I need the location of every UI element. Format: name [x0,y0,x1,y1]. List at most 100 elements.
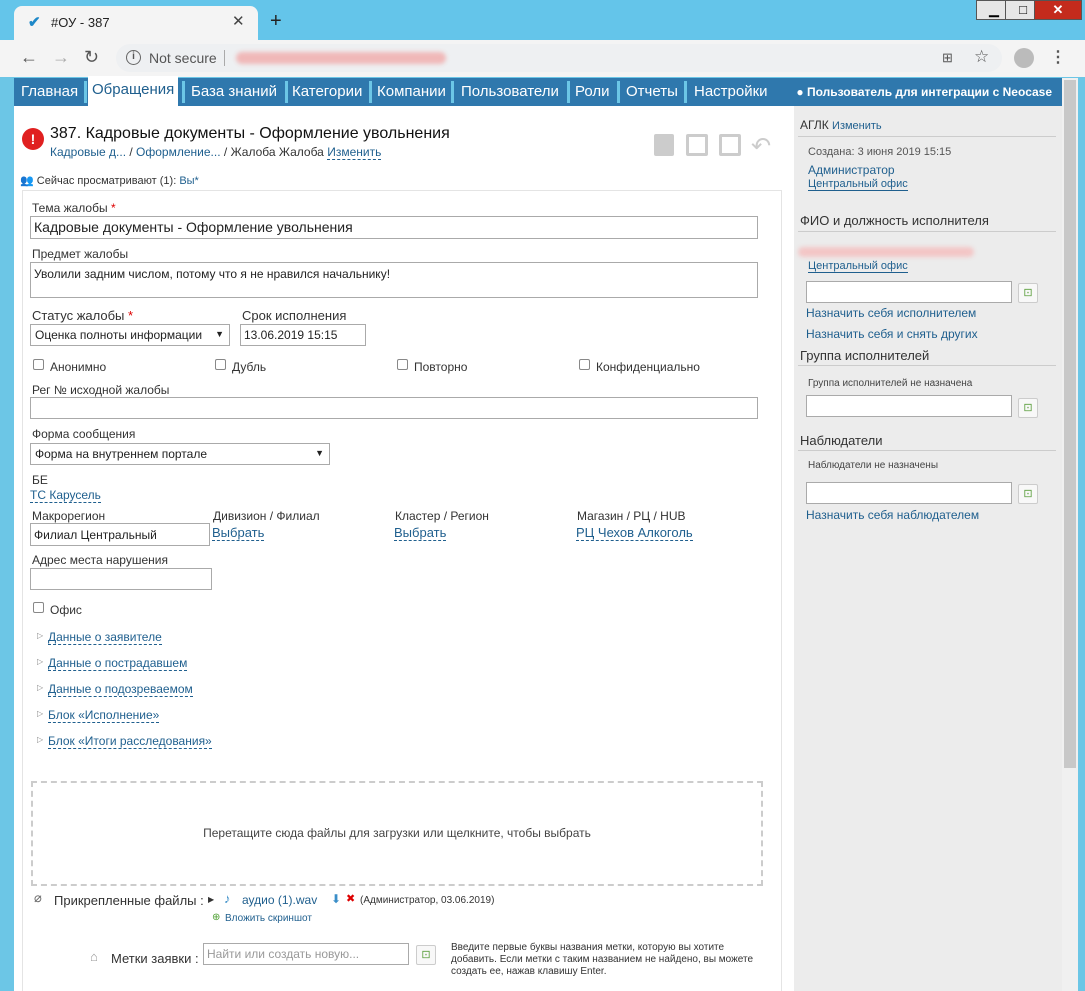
forward-icon[interactable]: → [52,47,70,68]
attach-screenshot-link[interactable]: Вложить скриншот [225,913,312,924]
creator-link[interactable]: Администратор [808,163,895,177]
expand-caret-icon[interactable]: ▷ [37,683,43,692]
message-form-select[interactable]: Форма на внутреннем портале ▼ [30,443,330,465]
cluster-select-link[interactable]: Выбрать [394,525,447,541]
change-type-link[interactable]: Изменить [327,145,382,160]
download-icon[interactable]: ⬇ [331,892,341,906]
browser-tab[interactable]: ✔ #ОУ - 387 ✕ [14,6,258,40]
ticket-main: ! 387. Кадровые документы - Оформление у… [14,106,794,991]
reload-icon[interactable]: ↻ [84,47,99,68]
nav-separator [451,81,454,103]
expand-caret-icon[interactable]: ▷ [37,631,43,640]
reg-number-input[interactable] [30,397,758,419]
file-link[interactable]: аудио (1).wav [242,893,317,907]
executor-group-input[interactable] [806,395,1012,417]
section-execution-link[interactable]: Блок «Исполнение» [48,708,160,723]
viewers-value[interactable]: Вы* [179,175,199,187]
expand-caret-icon[interactable]: ▷ [37,735,43,744]
save-close-icon[interactable] [686,134,708,156]
deadline-input[interactable]: 13.06.2019 15:15 [240,324,366,346]
topic-label: Предмет жалобы [32,247,129,261]
confidential-label: Конфиденциально [596,360,700,374]
violation-address-input[interactable] [30,568,212,590]
nav-separator [617,81,620,103]
office-checkbox[interactable] [33,602,44,613]
nav-item-reports[interactable]: Отчеты [622,78,682,106]
executor-group-title: Группа исполнителей [800,348,930,363]
breadcrumb-category[interactable]: Кадровые д... [50,145,126,159]
tab-title: #ОУ - 387 [51,15,110,30]
add-tag-icon[interactable]: ⊡ [416,945,436,965]
macroregion-input[interactable]: Филиал Центральный [30,523,210,546]
duplicate-checkbox[interactable] [215,359,226,370]
browser-toolbar: ← → ↻ i Not secure ⊞ ☆ ⋮ [0,40,1085,77]
observers-input[interactable] [806,482,1012,504]
repeat-checkbox[interactable] [397,359,408,370]
violation-address-label: Адрес места нарушения [32,553,168,567]
bookmark-star-icon[interactable]: ☆ [974,47,989,67]
tags-input[interactable]: Найти или создать новую... [203,943,409,965]
dropdown-arrow-icon: ▼ [315,448,324,458]
breadcrumb-subcategory[interactable]: Оформление... [136,145,221,159]
content-area: ! 387. Кадровые документы - Оформление у… [14,106,1062,991]
section-applicant-link[interactable]: Данные о заявителе [48,630,162,645]
repeat-label: Повторно [414,360,468,374]
nav-item-roles[interactable]: Роли [571,78,614,106]
executor-office[interactable]: Центральный офис [808,260,908,273]
back-icon[interactable]: ← [20,47,38,68]
profile-avatar[interactable] [1014,48,1034,68]
favicon-check-icon: ✔ [28,14,41,31]
scrollbar-thumb[interactable] [1064,80,1076,768]
save-icon[interactable] [719,134,741,156]
expand-caret-icon[interactable]: ▷ [37,709,43,718]
info-icon[interactable]: i [126,50,141,65]
new-tab-icon[interactable]: + [270,10,282,33]
close-window-button[interactable]: ✕ [1034,0,1082,20]
security-label: Not secure [149,50,217,66]
subject-value: Кадровые документы - Оформление увольнен… [34,219,353,235]
file-caret-icon[interactable]: ▶ [208,895,214,904]
subject-input[interactable]: Кадровые документы - Оформление увольнен… [30,216,758,239]
status-select[interactable]: Оценка полноты информации ▼ [30,324,230,346]
division-select-link[interactable]: Выбрать [212,525,265,541]
delete-icon[interactable]: ✖ [346,892,355,905]
store-select-link[interactable]: РЦ Чехов Алкоголь [576,525,693,541]
division-label: Дивизион / Филиал [213,509,320,523]
section-suspect-link[interactable]: Данные о подозреваемом [48,682,193,697]
close-tab-icon[interactable]: ✕ [232,12,245,30]
nav-item-tickets[interactable]: Обращения [88,76,179,106]
confidential-checkbox[interactable] [579,359,590,370]
section-results-link[interactable]: Блок «Итоги расследования» [48,734,212,749]
current-user[interactable]: ● Пользователь для интеграции с Neocase [796,78,1052,106]
nav-item-categories[interactable]: Категории [288,78,366,106]
topic-value: Уволили задним числом, потому что я не н… [34,267,391,281]
org-change-link[interactable]: Изменить [832,120,882,132]
nav-item-settings[interactable]: Настройки [690,78,772,106]
assign-self-remove-others-link[interactable]: Назначить себя и снять других [806,327,978,341]
section-victim-link[interactable]: Данные о пострадавшем [48,656,188,671]
translate-icon[interactable]: ⊞ [942,50,953,66]
file-dropzone[interactable]: Перетащите сюда файлы для загрузки или щ… [31,781,763,886]
undo-icon[interactable]: ↶ [751,132,771,161]
add-observer-icon[interactable]: ⊡ [1018,484,1038,504]
nav-item-home[interactable]: Главная [17,78,82,106]
topic-textarea[interactable]: Уволили задним числом, потому что я не н… [30,262,758,298]
add-group-icon[interactable]: ⊡ [1018,398,1038,418]
anonymous-checkbox[interactable] [33,359,44,370]
nav-item-users[interactable]: Пользователи [457,78,563,106]
nav-item-companies[interactable]: Компании [373,78,450,106]
anonymous-label: Анонимно [50,360,107,374]
page-scrollbar[interactable] [1062,78,1078,991]
browser-menu-icon[interactable]: ⋮ [1050,47,1066,67]
nav-separator [84,81,87,103]
executor-input[interactable] [806,281,1012,303]
add-executor-icon[interactable]: ⊡ [1018,283,1038,303]
be-value-link[interactable]: ТС Карусель [30,488,101,503]
assign-self-observer-link[interactable]: Назначить себя наблюдателем [806,508,979,522]
address-bar[interactable]: i Not secure ⊞ ☆ [116,44,1002,72]
copy-icon[interactable] [654,134,674,156]
creator-office[interactable]: Центральный офис [808,178,908,191]
nav-item-knowledge[interactable]: База знаний [187,78,281,106]
assign-self-link[interactable]: Назначить себя исполнителем [806,306,976,320]
expand-caret-icon[interactable]: ▷ [37,657,43,666]
